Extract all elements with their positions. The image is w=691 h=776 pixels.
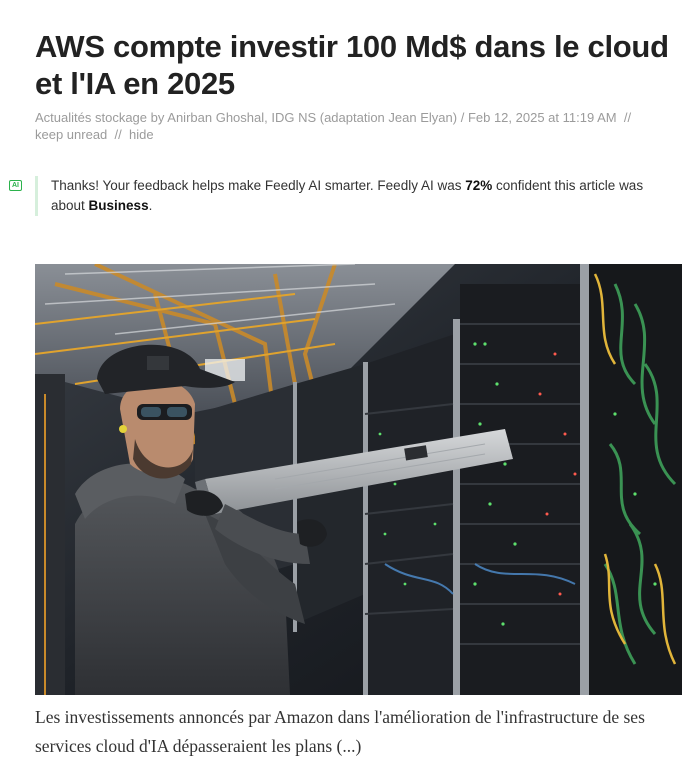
article-summary: Les investissements annoncés par Amazon … (35, 707, 645, 756)
ai-feedback-notice: Thanks! Your feedback helps make Feedly … (35, 176, 675, 216)
meta-separator-2: // (114, 127, 122, 142)
article-meta: Actualités stockage by Anirban Ghoshal, … (35, 109, 655, 143)
article-view: AWS compte investir 100 Md$ dans le clou… (0, 0, 691, 776)
feedback-text-3: . (148, 198, 153, 213)
source-link[interactable]: Actualités stockage (35, 110, 147, 125)
date-separator: / (460, 110, 465, 125)
datacenter-technician-photo (35, 264, 682, 695)
hide-link[interactable]: hide (129, 127, 154, 142)
publish-date: Feb 12, 2025 at 11:19 AM (467, 110, 617, 125)
topic-label: Business (88, 198, 149, 213)
article-title[interactable]: AWS compte investir 100 Md$ dans le clou… (35, 28, 675, 102)
hero-image[interactable] (35, 264, 682, 695)
feedback-text-1: Thanks! Your feedback helps make Feedly … (51, 178, 466, 193)
keep-unread-link[interactable]: keep unread (35, 127, 107, 142)
ai-icon: AI (9, 180, 22, 191)
by-word: by (150, 110, 165, 125)
author-name: Anirban Ghoshal, IDG NS (adaptation Jean… (167, 110, 458, 125)
confidence-value: 72% (465, 178, 493, 193)
meta-separator-1: // (623, 110, 632, 125)
